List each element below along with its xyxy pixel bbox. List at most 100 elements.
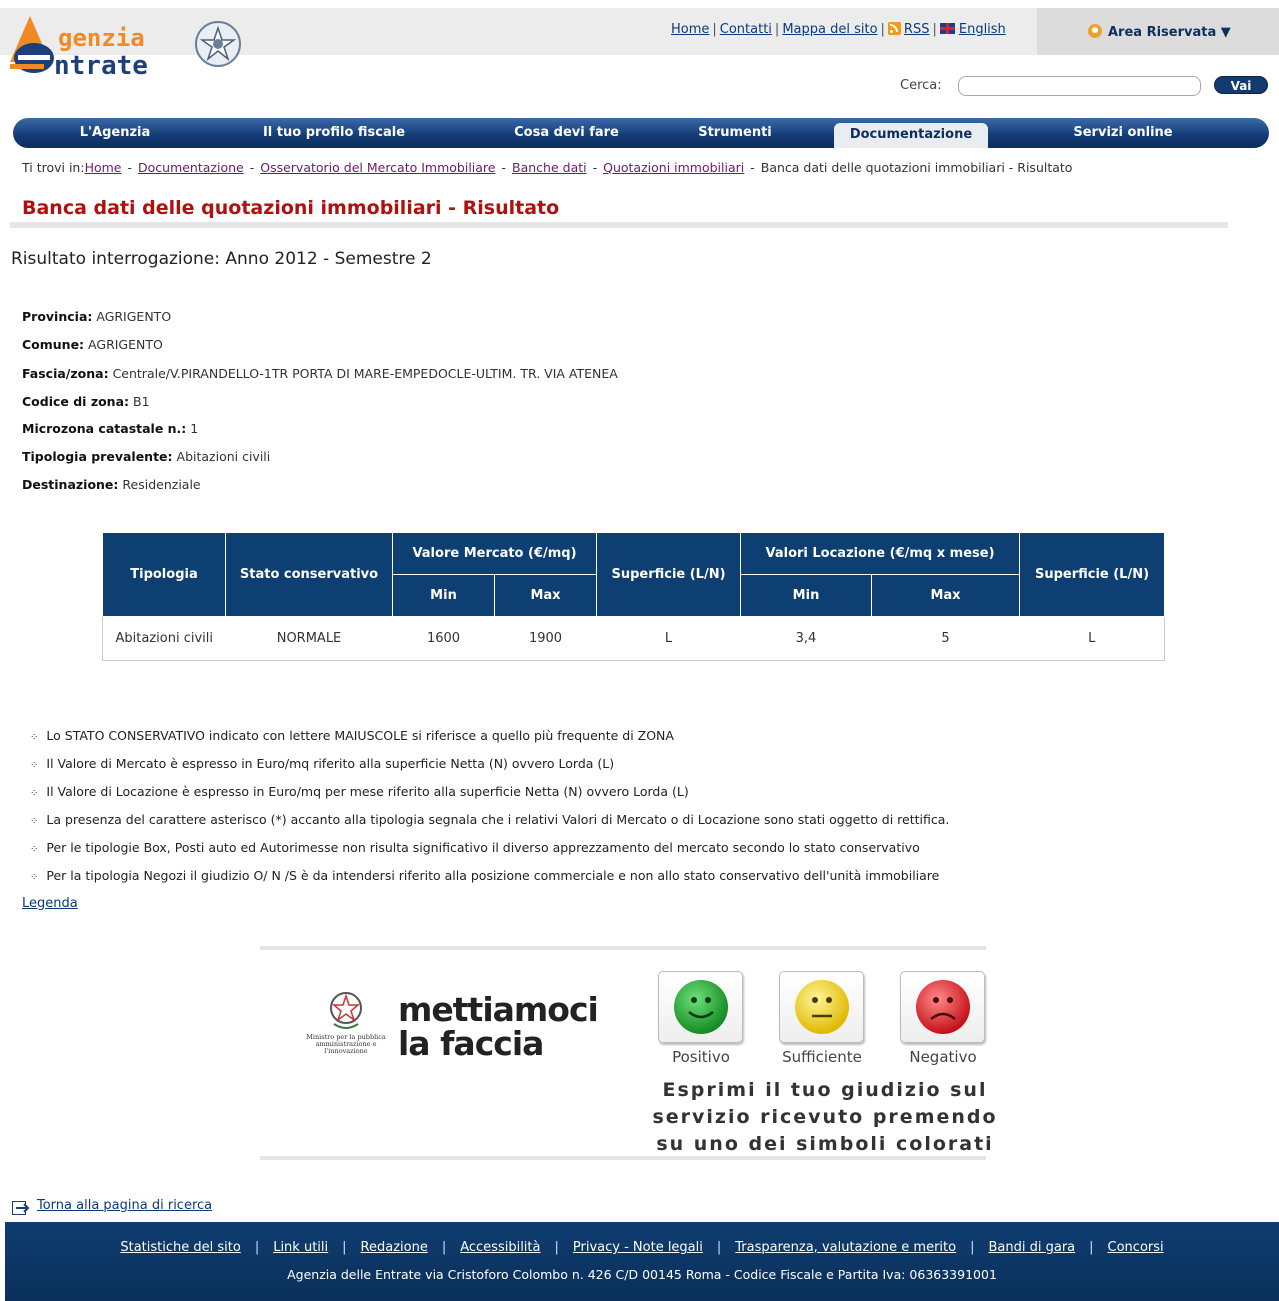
footer-link-statistiche[interactable]: Statistiche del sito [120,1240,240,1255]
field-value: Centrale/V.PIRANDELLO-1TR PORTA DI MARE-… [112,366,618,381]
footer-link-concorsi[interactable]: Concorsi [1108,1240,1164,1255]
field-provincia: Provincia: AGRIGENTO [22,309,171,324]
breadcrumb-home[interactable]: Home [85,160,122,175]
ministry-emblem-icon [328,990,364,1032]
th-valori-locazione: Valori Locazione (€/mq x mese) [740,532,1020,575]
svg-text:ntrate: ntrate [54,51,148,81]
field-value: AGRIGENTO [88,337,163,352]
uk-flag-icon[interactable] [939,23,955,34]
field-fascia-zona: Fascia/zona: Centrale/V.PIRANDELLO-1TR P… [22,366,618,381]
field-label: Destinazione: [22,477,119,492]
bullet-icon: ⁘ [30,844,39,855]
sufficiente-label: Sufficiente [782,1048,862,1066]
top-link-english[interactable]: English [959,22,1006,37]
cell-vl-max: 5 [871,616,1020,661]
footer-link-accessibilita[interactable]: Accessibilità [460,1240,540,1255]
title-divider [10,222,1228,228]
field-label: Comune: [22,337,85,352]
page-title: Banca dati delle quotazioni immobiliari … [22,197,560,219]
nav-item-documentazione[interactable]: Documentazione [834,123,988,148]
footer-link-privacy[interactable]: Privacy - Note legali [573,1240,703,1255]
th-superficie-2: Superficie (L/N) [1019,532,1165,617]
cell-superficie-1: L [596,616,741,661]
positivo-label: Positivo [672,1048,730,1066]
search-input[interactable] [958,76,1201,96]
field-comune: Comune: AGRIGENTO [22,337,163,352]
th-stato-conservativo: Stato conservativo [225,532,393,617]
rss-icon[interactable] [887,22,901,35]
user-icon [1088,24,1102,38]
top-link-contatti[interactable]: Contatti [720,22,772,37]
positivo-button[interactable] [658,971,743,1043]
feedback-prompt-line: servizio ricevuto premendo [652,1106,998,1128]
field-value: B1 [133,394,150,409]
breadcrumb-documentazione[interactable]: Documentazione [138,160,244,175]
top-link-home[interactable]: Home [671,22,709,37]
footer-link-link-utili[interactable]: Link utili [273,1240,328,1255]
result-heading: Risultato interrogazione: Anno 2012 - Se… [11,249,432,269]
area-riservata-label: Area Riservata ▼ [1108,25,1231,40]
field-value: 1 [190,421,199,436]
note-text: Per le tipologie Box, Posti auto ed Auto… [46,840,920,855]
feedback-prompt: Esprimi il tuo giudizio sul servizio ric… [640,1077,1010,1158]
torna-ricerca-link[interactable]: Torna alla pagina di ricerca [37,1198,212,1213]
nav-item-servizi-online[interactable]: Servizi online [1053,118,1193,148]
nav-item-agenzia[interactable]: L'Agenzia [53,118,177,148]
top-link-mappa[interactable]: Mappa del sito [782,22,877,37]
th-valore-mercato: Valore Mercato (€/mq) [392,532,597,575]
note-text: Il Valore di Locazione è espresso in Eur… [46,784,689,799]
nav-item-cosa-devi-fare[interactable]: Cosa devi fare [499,118,634,148]
footer-link-bandi[interactable]: Bandi di gara [988,1240,1075,1255]
svg-text:genzia: genzia [58,24,145,52]
th-vm-min: Min [392,574,495,617]
note-text: La presenza del carattere asterisco (*) … [46,812,950,827]
footer-link-redazione[interactable]: Redazione [361,1240,428,1255]
th-tipologia: Tipologia [102,532,226,617]
area-riservata-button[interactable]: Area Riservata ▼ [1088,24,1231,40]
cell-tipologia: Abitazioni civili [102,616,226,661]
footer-link-trasparenza[interactable]: Trasparenza, valutazione e merito [735,1240,956,1255]
back-arrow-icon[interactable] [12,1200,30,1219]
breadcrumb-banche-dati[interactable]: Banche dati [512,160,587,175]
legenda-link[interactable]: Legenda [22,896,78,911]
nav-item-profilo-fiscale[interactable]: Il tuo profilo fiscale [249,118,419,148]
note-text: Lo STATO CONSERVATIVO indicato con lette… [46,728,674,743]
field-destinazione: Destinazione: Residenziale [22,477,201,492]
breadcrumb-quotazioni[interactable]: Quotazioni immobiliari [603,160,744,175]
breadcrumb-osservatorio[interactable]: Osservatorio del Mercato Immobiliare [260,160,495,175]
field-label: Codice di zona: [22,394,130,409]
top-links: Home | Contatti | Mappa del sito | RSS | English [671,22,1006,37]
breadcrumb: Ti trovi in:Home - Documentazione - Osservat… [22,160,1073,175]
field-codice-zona: Codice di zona: B1 [22,394,150,409]
th-vl-max: Max [871,574,1020,617]
sad-face-icon [916,980,970,1034]
negativo-button[interactable] [900,971,985,1043]
cell-vm-max: 1900 [494,616,597,661]
main-nav: L'Agenzia Il tuo profilo fiscale Cosa de… [13,118,1269,148]
top-link-rss[interactable]: RSS [904,22,930,37]
bullet-icon: ⁘ [30,788,39,799]
sufficiente-button[interactable] [779,971,864,1043]
breadcrumb-current: Banca dati delle quotazioni immobiliari … [760,160,1073,175]
search-button[interactable]: Vai [1214,76,1268,94]
th-vm-max: Max [494,574,597,617]
bullet-icon: ⁘ [30,732,39,743]
agenzia-entrate-logo[interactable]: genzia ntrate [8,14,248,84]
cell-stato: NORMALE [225,616,393,661]
field-label: Microzona catastale n.: [22,421,187,436]
search-label: Cerca: [900,78,942,93]
th-superficie-1: Superficie (L/N) [596,532,741,617]
note-item: ⁘ Lo STATO CONSERVATIVO indicato con lett… [30,728,674,743]
mettiamoci-brand-line2: la faccia [398,1024,544,1063]
breadcrumb-prefix: Ti trovi in: [22,160,85,175]
quotazioni-table: Tipologia Stato conservativo Valore Merc… [102,532,1165,661]
nav-item-strumenti[interactable]: Strumenti [685,118,785,148]
field-value: Residenziale [122,477,201,492]
cell-vm-min: 1600 [392,616,495,661]
feedback-divider-top [260,946,986,950]
field-microzona: Microzona catastale n.: 1 [22,421,198,436]
happy-face-icon [674,980,728,1034]
bullet-icon: ⁘ [30,760,39,771]
field-label: Provincia: [22,309,93,324]
field-tipologia-prevalente: Tipologia prevalente: Abitazioni civili [22,449,270,464]
